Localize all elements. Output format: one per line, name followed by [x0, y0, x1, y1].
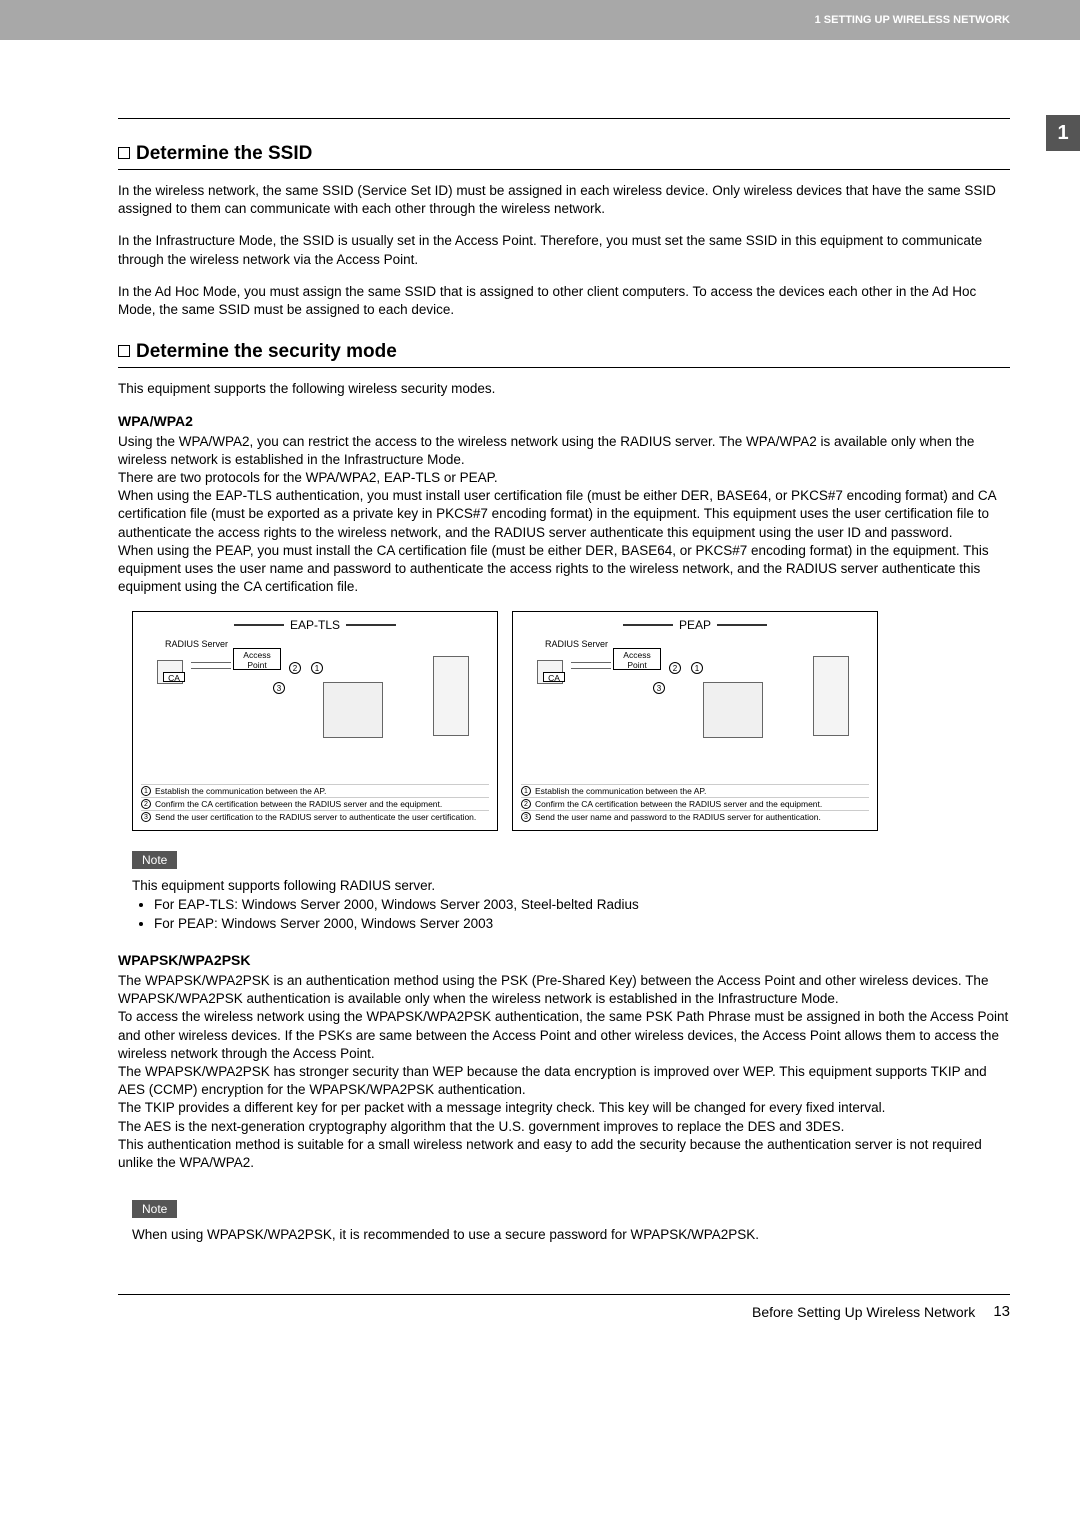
ca-box: CA: [543, 672, 565, 682]
ap-box: Access Point: [613, 648, 661, 670]
note1-intro: This equipment supports following RADIUS…: [132, 877, 1010, 895]
diagram-steps: 1Establish the communication between the…: [521, 784, 869, 824]
chapter-label: 1 SETTING UP WIRELESS NETWORK: [815, 14, 1010, 26]
security-intro: This equipment supports the following wi…: [118, 380, 1010, 398]
wpa-heading: WPA/WPA2: [118, 413, 1010, 429]
radius-label: RADIUS Server: [165, 640, 228, 650]
page-footer: Before Setting Up Wireless Network 13: [118, 1294, 1010, 1340]
wpapsk-heading: WPAPSK/WPA2PSK: [118, 952, 1010, 968]
printer-icon: [323, 682, 383, 738]
note2-text: When using WPAPSK/WPA2PSK, it is recomme…: [132, 1226, 1010, 1244]
header-band: 1 SETTING UP WIRELESS NETWORK: [0, 0, 1080, 40]
diagram-peap: PEAP RADIUS Server CA Access Point 1 2 3…: [512, 611, 878, 831]
circle-2: 2: [289, 662, 301, 674]
section-ssid-title: Determine the SSID: [118, 143, 1010, 170]
page-number: 13: [993, 1303, 1010, 1320]
arrow: [191, 668, 231, 669]
server-rack-icon: [433, 656, 469, 736]
circle-2: 2: [669, 662, 681, 674]
section-security-title: Determine the security mode: [118, 341, 1010, 368]
diagram-peap-title: PEAP: [617, 618, 773, 632]
diagram-eaptls-title: EAP-TLS: [228, 618, 402, 632]
printer-icon: [703, 682, 763, 738]
ssid-p2: In the Infrastructure Mode, the SSID is …: [118, 232, 1010, 268]
diagram-eaptls: EAP-TLS RADIUS Server CA Access Point 1 …: [132, 611, 498, 831]
ssid-p3: In the Ad Hoc Mode, you must assign the …: [118, 283, 1010, 319]
arrow: [571, 668, 611, 669]
circle-1: 1: [311, 662, 323, 674]
ap-box: Access Point: [233, 648, 281, 670]
diagram-steps: 1Establish the communication between the…: [141, 784, 489, 824]
diagrams-row: EAP-TLS RADIUS Server CA Access Point 1 …: [132, 611, 1010, 831]
arrow: [571, 662, 611, 663]
arrow: [191, 662, 231, 663]
ca-box: CA: [163, 672, 185, 682]
circle-3: 3: [653, 682, 665, 694]
note1-bullet2: For PEAP: Windows Server 2000, Windows S…: [154, 914, 1010, 934]
wpapsk-body: The WPAPSK/WPA2PSK is an authentication …: [118, 972, 1010, 1172]
radius-label: RADIUS Server: [545, 640, 608, 650]
server-rack-icon: [813, 656, 849, 736]
top-rule: [118, 118, 1010, 119]
footer-section: Before Setting Up Wireless Network: [752, 1304, 975, 1320]
wpa-body: Using the WPA/WPA2, you can restrict the…: [118, 433, 1010, 597]
note1-list: For EAP-TLS: Windows Server 2000, Window…: [154, 895, 1010, 934]
ssid-p1: In the wireless network, the same SSID (…: [118, 182, 1010, 218]
note-badge-2: Note: [132, 1200, 177, 1218]
page-content: Determine the SSID In the wireless netwo…: [0, 40, 1080, 1274]
note-badge-1: Note: [132, 851, 177, 869]
note1-bullet1: For EAP-TLS: Windows Server 2000, Window…: [154, 895, 1010, 915]
circle-1: 1: [691, 662, 703, 674]
circle-3: 3: [273, 682, 285, 694]
